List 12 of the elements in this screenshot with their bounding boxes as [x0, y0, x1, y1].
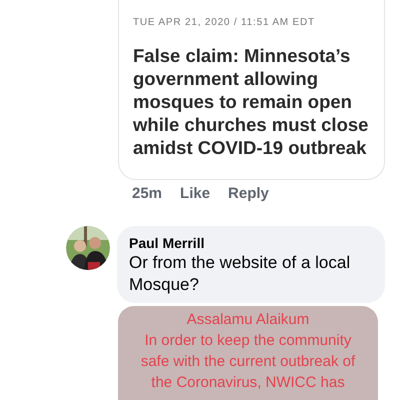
- article-headline: False claim: Minnesota’s government allowing mosques to remain open while churches must close amidst COVID-19 outbreak: [133, 44, 370, 159]
- article-date: TUE APR 21, 2020 / 11:51 AM EDT: [133, 16, 316, 30]
- reply-link[interactable]: Reply: [228, 184, 269, 204]
- image-text-line: Assalamu Alaikum: [186, 310, 310, 330]
- comment-time: 25m: [132, 184, 162, 204]
- image-text-line: safe with the current outbreak of: [140, 352, 356, 372]
- like-link[interactable]: Like: [180, 184, 210, 204]
- image-text-line: In order to keep the community: [144, 331, 352, 351]
- comment-text: Or from the website of a local Mosque?: [129, 252, 352, 296]
- image-text-line: the Coronavirus, NWICC has: [150, 373, 346, 393]
- article-card[interactable]: TUE APR 21, 2020 / 11:51 AM EDT False claim: Minnesota’s government allowing mosques to remain open while churches must close amidst COVID-19 outbreak: [118, 0, 385, 180]
- comment-author[interactable]: Paul Merrill: [129, 234, 373, 252]
